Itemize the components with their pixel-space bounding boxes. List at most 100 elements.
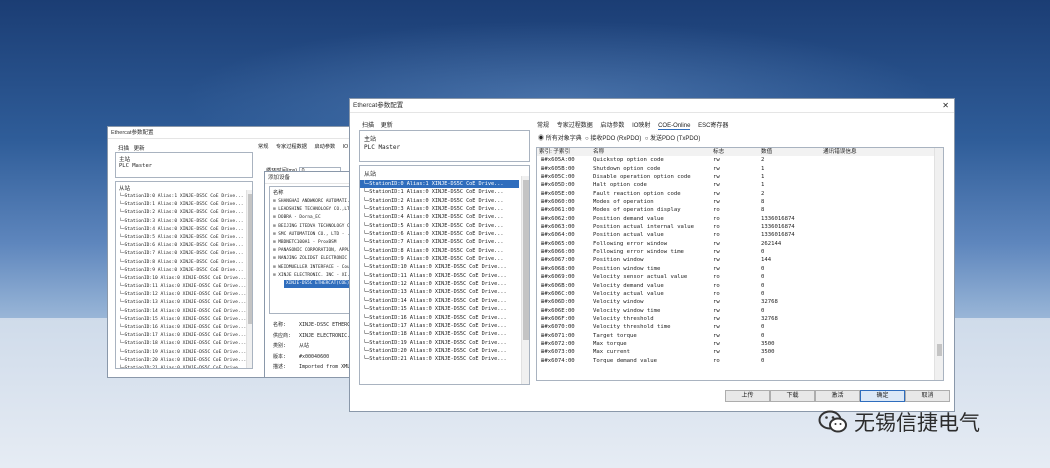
tab-expert-process-data[interactable]: 专家过程数据 xyxy=(557,120,593,129)
left-slave-item[interactable]: └─StationID:16 Alias:0 XINJE-DS5C CoE Dr… xyxy=(116,324,246,332)
left-slave-item[interactable]: └─StationID:12 Alias:0 XINJE-DS5C CoE Dr… xyxy=(116,291,246,299)
slave-item[interactable]: └─StationID:4 Alias:0 XINJE-DS5C CoE Dri… xyxy=(360,213,519,221)
col-value[interactable]: 数值 xyxy=(759,148,821,157)
left-slave-item[interactable]: └─StationID:9 Alias:0 XINJE-DS5C CoE Dri… xyxy=(116,267,244,275)
slave-item[interactable]: └─StationID:7 Alias:0 XINJE-DS5C CoE Dri… xyxy=(360,238,519,246)
left-tab-expert[interactable]: 专家过程数据 xyxy=(276,143,307,150)
slave-item[interactable]: └─StationID:10 Alias:0 XINJE-DS5C CoE Dr… xyxy=(360,263,519,271)
radio-txpdo-icon[interactable]: ○ xyxy=(645,136,649,142)
table-row[interactable]: ⊞#x6071:00 Target torque rw 0 xyxy=(537,332,935,340)
left-slave-scrollbar[interactable] xyxy=(246,190,252,368)
upload-button[interactable]: 上传 xyxy=(725,390,770,402)
slave-item[interactable]: └─StationID:3 Alias:0 XINJE-DS5C CoE Dri… xyxy=(360,205,519,213)
left-slave-item[interactable]: └─StationID:8 Alias:0 XINJE-DS5C CoE Dri… xyxy=(116,259,244,267)
table-row[interactable]: ⊞#x605B:00 Shutdown option code rw 1 xyxy=(537,165,935,173)
table-row[interactable]: ⊞#x606E:00 Velocity window time rw 0 xyxy=(537,307,935,315)
table-row[interactable]: ⊞#x6068:00 Position window time rw 0 xyxy=(537,265,935,273)
left-slave-item[interactable]: └─StationID:14 Alias:0 XINJE-DS5C CoE Dr… xyxy=(116,308,246,316)
slave-item[interactable]: └─StationID:8 Alias:0 XINJE-DS5C CoE Dri… xyxy=(360,247,519,255)
left-slave-item[interactable]: └─StationID:0 Alias:1 XINJE-DS5C CoE Dri… xyxy=(116,193,244,201)
table-row[interactable]: ⊞#x606F:00 Velocity threshold rw 32768 xyxy=(537,315,935,323)
left-master-item[interactable]: PLC Master xyxy=(116,163,252,169)
table-row[interactable]: ⊞#x6072:00 Max torque rw 3500 xyxy=(537,340,935,348)
left-slave-item[interactable]: └─StationID:2 Alias:0 XINJE-DS5C CoE Dri… xyxy=(116,209,244,217)
table-row[interactable]: ⊞#x606D:00 Velocity window rw 32768 xyxy=(537,298,935,306)
left-slave-item[interactable]: └─StationID:18 Alias:0 XINJE-DS5C CoE Dr… xyxy=(116,340,246,348)
table-row[interactable]: ⊞#x6069:00 Velocity sensor actual value ro… xyxy=(537,273,935,281)
slave-item[interactable]: └─StationID:0 Alias:1 XINJE-DS5C CoE Dri… xyxy=(360,180,519,189)
master-item[interactable]: PLC Master xyxy=(360,143,529,151)
activate-button[interactable]: 激活 xyxy=(815,390,860,402)
table-row[interactable]: ⊞#x6065:00 Following error window rw 262144 xyxy=(537,240,935,248)
slave-item[interactable]: └─StationID:15 Alias:0 XINJE-DS5C CoE Dr… xyxy=(360,305,519,313)
table-row[interactable]: ⊞#x6062:00 Position demand value ro 1336016… xyxy=(537,215,935,223)
left-slave-item[interactable]: └─StationID:21 Alias:0 XINJE-DS5C CoE Dr… xyxy=(116,365,246,368)
slave-item[interactable]: └─StationID:18 Alias:0 XINJE-DS5C CoE Dr… xyxy=(360,330,519,338)
left-tab-io[interactable]: IO xyxy=(343,144,348,150)
left-slave-item[interactable]: └─StationID:20 Alias:0 XINJE-DS5C CoE Dr… xyxy=(116,357,246,365)
slave-item[interactable]: └─StationID:19 Alias:0 XINJE-DS5C CoE Dr… xyxy=(360,339,519,347)
tab-general[interactable]: 常规 xyxy=(537,120,549,129)
tab-startup-params[interactable]: 启动参数 xyxy=(600,120,624,129)
table-row[interactable]: ⊞#x6067:00 Position window rw 144 xyxy=(537,256,935,264)
slave-scrollbar[interactable] xyxy=(521,176,529,384)
slave-item[interactable]: └─StationID:13 Alias:0 XINJE-DS5C CoE Dr… xyxy=(360,288,519,296)
tab-io-mapping[interactable]: IO映射 xyxy=(632,120,650,129)
table-row[interactable]: ⊞#x6074:00 Torque demand value ro 0 xyxy=(537,357,935,365)
left-tab-general[interactable]: 常规 xyxy=(258,143,268,150)
table-row[interactable]: ⊞#x6064:00 Position actual value ro 1336016… xyxy=(537,231,935,239)
slave-item[interactable]: └─StationID:12 Alias:0 XINJE-DS5C CoE Dr… xyxy=(360,280,519,288)
table-row[interactable]: ⊞#x6061:00 Modes of operation display ro 8 xyxy=(537,206,935,214)
download-button[interactable]: 下载 xyxy=(770,390,815,402)
table-row[interactable]: ⊞#x605C:00 Disable operation option code r… xyxy=(537,173,935,181)
table-row[interactable]: ⊞#x605A:00 Quickstop option code rw 2 xyxy=(537,156,935,164)
left-slave-item[interactable]: └─StationID:15 Alias:0 XINJE-DS5C CoE Dr… xyxy=(116,316,246,324)
slave-item[interactable]: └─StationID:5 Alias:0 XINJE-DS5C CoE Dri… xyxy=(360,222,519,230)
col-index[interactable]: 索引: 子索引 xyxy=(537,148,591,157)
slave-item[interactable]: └─StationID:11 Alias:0 XINJE-DS5C CoE Dr… xyxy=(360,272,519,280)
left-slave-item[interactable]: └─StationID:19 Alias:0 XINJE-DS5C CoE Dr… xyxy=(116,349,246,357)
cancel-button[interactable]: 取消 xyxy=(905,390,950,402)
table-row[interactable]: ⊞#x606B:00 Velocity demand value ro 0 xyxy=(537,282,935,290)
tab-coe-online[interactable]: COE-Online xyxy=(658,123,691,130)
radio-rxpdo-icon[interactable]: ○ xyxy=(585,136,589,142)
col-flag[interactable]: 标志 xyxy=(711,148,759,157)
left-slave-item[interactable]: └─StationID:10 Alias:0 XINJE-DS5C CoE Dr… xyxy=(116,275,246,283)
slave-item[interactable]: └─StationID:6 Alias:0 XINJE-DS5C CoE Dri… xyxy=(360,230,519,238)
table-row[interactable]: ⊞#x605D:00 Halt option code rw 1 xyxy=(537,181,935,189)
table-row[interactable]: ⊞#x6070:00 Velocity threshold time rw 0 xyxy=(537,323,935,331)
scan-menu[interactable]: 扫描 xyxy=(362,123,374,129)
update-menu[interactable]: 更新 xyxy=(381,123,393,129)
left-slave-item[interactable]: └─StationID:4 Alias:0 XINJE-DS5C CoE Dri… xyxy=(116,226,244,234)
left-slave-item[interactable]: └─StationID:5 Alias:0 XINJE-DS5C CoE Dri… xyxy=(116,234,244,242)
left-slave-item[interactable]: └─StationID:17 Alias:0 XINJE-DS5C CoE Dr… xyxy=(116,332,246,340)
slave-item[interactable]: └─StationID:17 Alias:0 XINJE-DS5C CoE Dr… xyxy=(360,322,519,330)
table-row[interactable]: ⊞#x6060:00 Modes of operation rw 8 xyxy=(537,198,935,206)
table-scrollbar[interactable] xyxy=(934,148,943,380)
left-slave-item[interactable]: └─StationID:1 Alias:0 XINJE-DS5C CoE Dri… xyxy=(116,201,244,209)
slave-item[interactable]: └─StationID:14 Alias:0 XINJE-DS5C CoE Dr… xyxy=(360,297,519,305)
table-row[interactable]: ⊞#x6063:00 Position actual internal value… xyxy=(537,223,935,231)
radio-all-selected-icon[interactable]: ◉ xyxy=(538,136,544,142)
col-name[interactable]: 名称 xyxy=(591,148,711,157)
ok-button[interactable]: 确定 xyxy=(860,390,905,402)
table-row[interactable]: ⊞#x606C:00 Velocity actual value ro 0 xyxy=(537,290,935,298)
slave-item[interactable]: └─StationID:20 Alias:0 XINJE-DS5C CoE Dr… xyxy=(360,347,519,355)
slave-item[interactable]: └─StationID:2 Alias:0 XINJE-DS5C CoE Dri… xyxy=(360,197,519,205)
slave-item[interactable]: └─StationID:21 Alias:0 XINJE-DS5C CoE Dr… xyxy=(360,355,519,363)
left-tab-startup[interactable]: 启动参数 xyxy=(314,143,335,150)
slave-item[interactable]: └─StationID:16 Alias:0 XINJE-DS5C CoE Dr… xyxy=(360,314,519,322)
slave-item[interactable]: └─StationID:1 Alias:0 XINJE-DS5C CoE Dri… xyxy=(360,188,519,196)
left-slave-item[interactable]: └─StationID:7 Alias:0 XINJE-DS5C CoE Dri… xyxy=(116,250,244,258)
left-slave-item[interactable]: └─StationID:3 Alias:0 XINJE-DS5C CoE Dri… xyxy=(116,218,244,226)
table-row[interactable]: ⊞#x605E:00 Fault reaction option code rw 2 xyxy=(537,190,935,198)
close-icon[interactable]: ✕ xyxy=(942,101,949,110)
tab-esc-register[interactable]: ESC寄存器 xyxy=(698,120,728,129)
left-slave-item[interactable]: └─StationID:11 Alias:0 XINJE-DS5C CoE Dr… xyxy=(116,283,246,291)
slave-item[interactable]: └─StationID:9 Alias:0 XINJE-DS5C CoE Dri… xyxy=(360,255,519,263)
col-comm-error[interactable]: 通讯错误信息 xyxy=(821,148,935,157)
left-slave-item[interactable]: └─StationID:6 Alias:0 XINJE-DS5C CoE Dri… xyxy=(116,242,244,250)
left-slave-item[interactable]: └─StationID:13 Alias:0 XINJE-DS5C CoE Dr… xyxy=(116,299,246,307)
table-row[interactable]: ⊞#x6073:00 Max current rw 3500 xyxy=(537,348,935,356)
table-row[interactable]: ⊞#x6066:00 Following error window time rw 0 xyxy=(537,248,935,256)
